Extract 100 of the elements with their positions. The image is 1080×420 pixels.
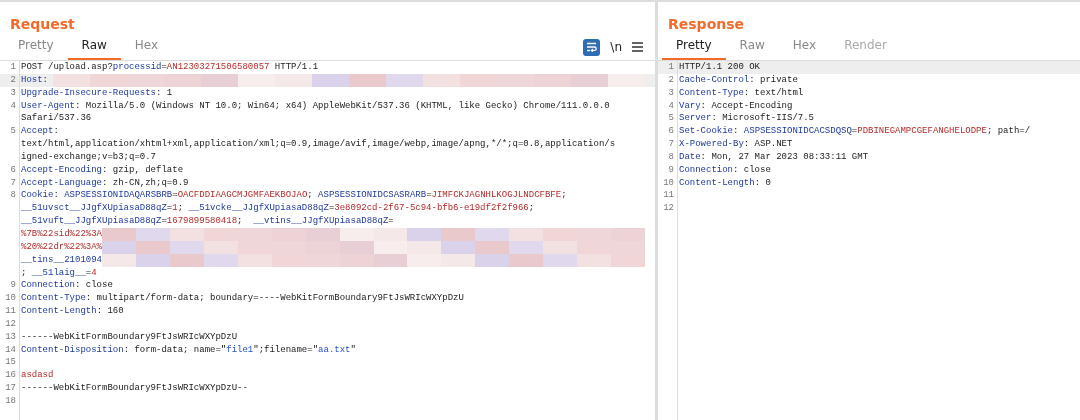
value-text: AN12303271506580057 xyxy=(166,61,270,74)
header-name: Server xyxy=(679,112,712,126)
line-number: 13 xyxy=(4,330,17,344)
tab[interactable]: Hex xyxy=(120,33,173,60)
line-number: 4 xyxy=(9,99,17,113)
code-text: = xyxy=(388,215,394,228)
panel-title: Response xyxy=(667,15,746,34)
value-text: %7B%22sid%22%3A xyxy=(21,227,102,241)
header-name: Accept-Language xyxy=(21,176,102,190)
value-text: asdasd xyxy=(21,369,54,383)
code-text: ";filename=" xyxy=(253,343,319,357)
header-name: __51vuft__JJgfXUpiasaD88qZ xyxy=(21,215,162,228)
code-text: : 0 xyxy=(754,176,771,190)
code-text: : Microsoft-IIS/7.5 xyxy=(711,112,815,126)
code-text: Safari/537.36 xyxy=(21,112,92,126)
header-name: ASPSESSIONIDCSASRARB xyxy=(318,189,427,203)
line-number: 5 xyxy=(9,125,17,139)
code-text: = xyxy=(426,189,432,203)
header-name: Content-Type xyxy=(21,292,86,306)
code-text: : gzip, deflate xyxy=(102,163,184,177)
code-text: : Accept-Encoding xyxy=(700,99,793,113)
line-number: 10 xyxy=(662,176,675,190)
code-text: ; path=/ xyxy=(986,125,1031,139)
code-text: igned-exchange;v=b3;q=0.7 xyxy=(21,150,157,164)
value-text: 4 xyxy=(91,266,97,280)
code-text: : xyxy=(42,73,49,87)
menu-icon[interactable] xyxy=(632,42,643,52)
header-name: ASPSESSIONIDCACSDQSQ xyxy=(743,125,852,139)
value-text: OACFDDIAAGCMJGMFAEKBOJAO xyxy=(177,189,308,203)
header-name: processid xyxy=(112,61,162,74)
header-name: Accept-Encoding xyxy=(21,163,102,177)
line-number: 2 xyxy=(9,73,17,87)
code-text: ------WebKitFormBoundary9FtJsWRIcWXYpDzU-- xyxy=(21,382,248,395)
code-text: ; xyxy=(307,189,314,203)
code-text: : close xyxy=(75,279,113,293)
code-text: ------WebKitFormBoundary9FtJsWRIcWXYpDzU xyxy=(21,330,238,344)
line-number: 6 xyxy=(667,125,675,139)
tab[interactable]: Pretty xyxy=(4,33,68,60)
code-text: HTTP/1.1 200 OK xyxy=(679,61,760,74)
code-text: : form-data; name=" xyxy=(123,343,227,357)
tab[interactable]: Hex xyxy=(778,33,831,60)
code-text: : 1 xyxy=(156,86,173,100)
header-name: Cache-Control xyxy=(679,73,750,87)
line-number: 14 xyxy=(4,343,17,357)
code-text: text/html,application/xhtml+xml,application/xml;q=0.9,image/avif,image/webp,image/apng,*/*;q=0.8,application/s xyxy=(21,138,616,151)
code-text: = xyxy=(328,202,335,216)
line-number: 1 xyxy=(9,61,17,74)
header-name: Set-Cookie xyxy=(679,125,733,139)
code-text: = xyxy=(161,215,167,228)
tab[interactable]: Raw xyxy=(67,33,121,60)
code-text: : Mon, 27 Mar 2023 08:33:11 GMT xyxy=(700,150,869,164)
header-name: User-Agent xyxy=(21,99,75,113)
code-text: = xyxy=(161,61,167,74)
value-text: JIMFCKJAGNHLKOGJLNDCFBFE xyxy=(431,189,562,203)
header-name: __51laig__ xyxy=(31,266,86,280)
header-name: Accept xyxy=(21,125,54,139)
header-name: ASPSESSIONIDAQARSBRB xyxy=(64,189,173,203)
code-text: " xyxy=(350,343,356,357)
code-text: POST /upload.asp? xyxy=(21,61,113,74)
code-text: = xyxy=(85,266,92,280)
header-name: Connection xyxy=(679,163,733,177)
code-text: : xyxy=(53,189,60,203)
header-name: Content-Disposition xyxy=(21,343,124,357)
header-name: Connection xyxy=(21,279,75,293)
header-name: Cookie xyxy=(21,189,54,203)
header-name: Vary xyxy=(679,99,701,113)
line-number: 9 xyxy=(667,163,675,177)
line-number: 4 xyxy=(667,99,675,113)
code-text: ; xyxy=(177,202,185,216)
line-number: 15 xyxy=(4,356,17,370)
panel-title: Request xyxy=(9,15,76,34)
line-number: 8 xyxy=(9,189,17,203)
word-wrap-button[interactable] xyxy=(583,38,601,56)
line-number: 7 xyxy=(667,138,675,151)
header-name: Content-Length xyxy=(679,176,755,190)
line-number: 1 xyxy=(667,61,675,74)
newline-toggle[interactable]: \n xyxy=(610,38,622,56)
line-number: 11 xyxy=(662,189,675,203)
line-number: 16 xyxy=(4,369,17,383)
code-text: : zh-CN,zh;q=0.9 xyxy=(102,176,189,190)
code-text: = xyxy=(172,189,178,203)
tab[interactable]: Raw xyxy=(725,33,779,60)
header-name: Upgrade-Insecure-Requests xyxy=(21,86,157,100)
value-text: 1 xyxy=(172,202,178,216)
code-text: : private xyxy=(749,73,798,87)
line-number: 6 xyxy=(9,163,17,177)
line-number: 17 xyxy=(4,382,17,395)
header-name: __vtins__JJgfXUpiasaD88qZ xyxy=(253,215,389,228)
header-name: X-Powered-By xyxy=(679,138,744,151)
code-text: HTTP/1.1 xyxy=(273,61,319,74)
value-text: aa.txt xyxy=(318,343,351,357)
code-text: : xyxy=(53,125,59,139)
code-text: : 160 xyxy=(96,305,124,318)
code-text: : Mozilla/5.0 (Windows NT 10.0; Win64; x64) AppleWebKit/537.36 (KHTML, like Gecko) Chrome/111.0.0.0 xyxy=(75,99,610,113)
header-name: __51vcke__JJgfXUpiasaD88qZ xyxy=(188,202,329,216)
code-text: = xyxy=(851,125,858,139)
line-number: 8 xyxy=(667,150,675,164)
code-text: = xyxy=(166,202,173,216)
header-name: Content-Length xyxy=(21,305,97,318)
value-text: 1679899580418 xyxy=(166,215,238,228)
